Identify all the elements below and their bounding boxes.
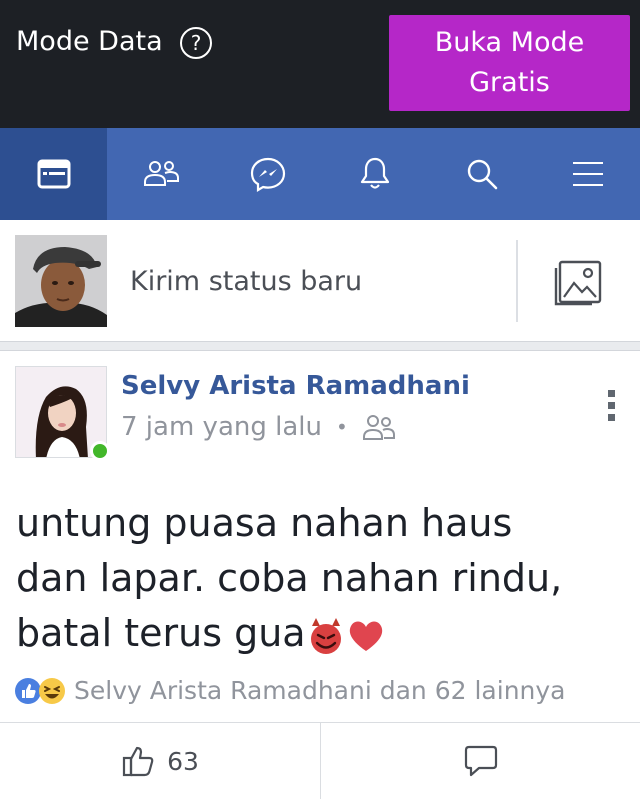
post-author-name[interactable]: Selvy Arista Ramadhani xyxy=(121,371,470,401)
reactions-summary[interactable]: Selvy Arista Ramadhani dan 62 lainnya xyxy=(14,676,566,705)
tab-friends[interactable] xyxy=(107,128,214,220)
comment-bubble-icon xyxy=(464,745,497,777)
tab-news-feed[interactable] xyxy=(0,128,107,220)
haha-reaction-icon xyxy=(39,677,65,704)
free-mode-button[interactable]: Buka Mode Gratis xyxy=(389,15,630,111)
post-text-line-3-text: batal terus gua xyxy=(16,611,306,655)
notifications-bell-icon xyxy=(360,157,389,189)
news-feed-icon xyxy=(37,159,70,189)
tab-menu[interactable] xyxy=(535,128,640,220)
tab-notifications[interactable] xyxy=(321,128,428,220)
smiling-devil-emoji xyxy=(310,617,341,654)
avatar[interactable] xyxy=(15,235,107,327)
friends-audience-icon xyxy=(362,415,395,440)
reactions-text: Selvy Arista Ramadhani dan 62 lainnya xyxy=(74,676,566,705)
friends-icon xyxy=(143,161,179,186)
thumbs-up-icon xyxy=(122,746,154,777)
messenger-icon xyxy=(250,157,285,192)
help-circle-icon[interactable]: ? xyxy=(180,27,212,59)
post-text-line-1: untung puasa nahan haus xyxy=(16,501,513,545)
post-text-line-2: dan lapar. coba nahan rindu, xyxy=(16,556,563,600)
menu-icon xyxy=(572,162,603,186)
like-button[interactable]: 63 xyxy=(0,723,320,799)
data-mode-bar: Mode Data ? Buka Mode Gratis xyxy=(0,0,640,128)
main-nav-bar xyxy=(0,128,640,220)
tab-search[interactable] xyxy=(428,128,535,220)
photo-icon[interactable] xyxy=(552,259,604,309)
search-icon xyxy=(467,159,497,190)
post-actions: 63 xyxy=(0,722,640,800)
post-text-line-3: batal terus gua xyxy=(16,606,626,661)
post-timestamp[interactable]: 7 jam yang lalu xyxy=(121,412,322,442)
meta-separator: • xyxy=(335,415,348,439)
data-mode-label: Mode Data xyxy=(16,26,163,57)
red-heart-emoji xyxy=(349,621,382,651)
like-count: 63 xyxy=(167,746,199,776)
composer-divider xyxy=(516,240,518,322)
online-status-indicator xyxy=(90,441,110,461)
comment-button[interactable] xyxy=(321,723,640,799)
post-meta: 7 jam yang lalu • xyxy=(121,412,396,442)
post-body: untung puasa nahan haus dan lapar. coba … xyxy=(16,496,626,661)
post-options-icon[interactable] xyxy=(605,388,619,424)
status-input[interactable]: Kirim status baru xyxy=(130,266,362,297)
tab-messenger[interactable] xyxy=(214,128,321,220)
